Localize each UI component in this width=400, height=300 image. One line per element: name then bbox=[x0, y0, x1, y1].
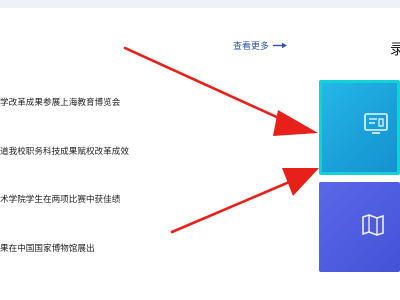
view-more-link[interactable]: 查看更多 bbox=[233, 39, 288, 52]
map-icon bbox=[362, 214, 384, 236]
arrow-right-icon bbox=[273, 42, 288, 49]
news-list: 学改革成果参展上海教育博览会 道我校职务科技成果赋权改革成效 术学院学生在两项比… bbox=[0, 0, 220, 300]
tile-dashboard[interactable] bbox=[319, 80, 400, 175]
news-item[interactable]: 果在中国国家博物馆展出 bbox=[0, 242, 95, 254]
news-item[interactable]: 道我校职务科技成果赋权改革成效 bbox=[0, 145, 129, 157]
dashboard-icon bbox=[364, 113, 388, 134]
news-item[interactable]: 学改革成果参展上海教育博览会 bbox=[0, 96, 120, 108]
news-item[interactable]: 术学院学生在两项比赛中获佳绩 bbox=[0, 193, 120, 205]
tile-map[interactable] bbox=[319, 182, 400, 272]
view-more-label: 查看更多 bbox=[233, 42, 270, 52]
section-title: 录 bbox=[390, 40, 400, 58]
